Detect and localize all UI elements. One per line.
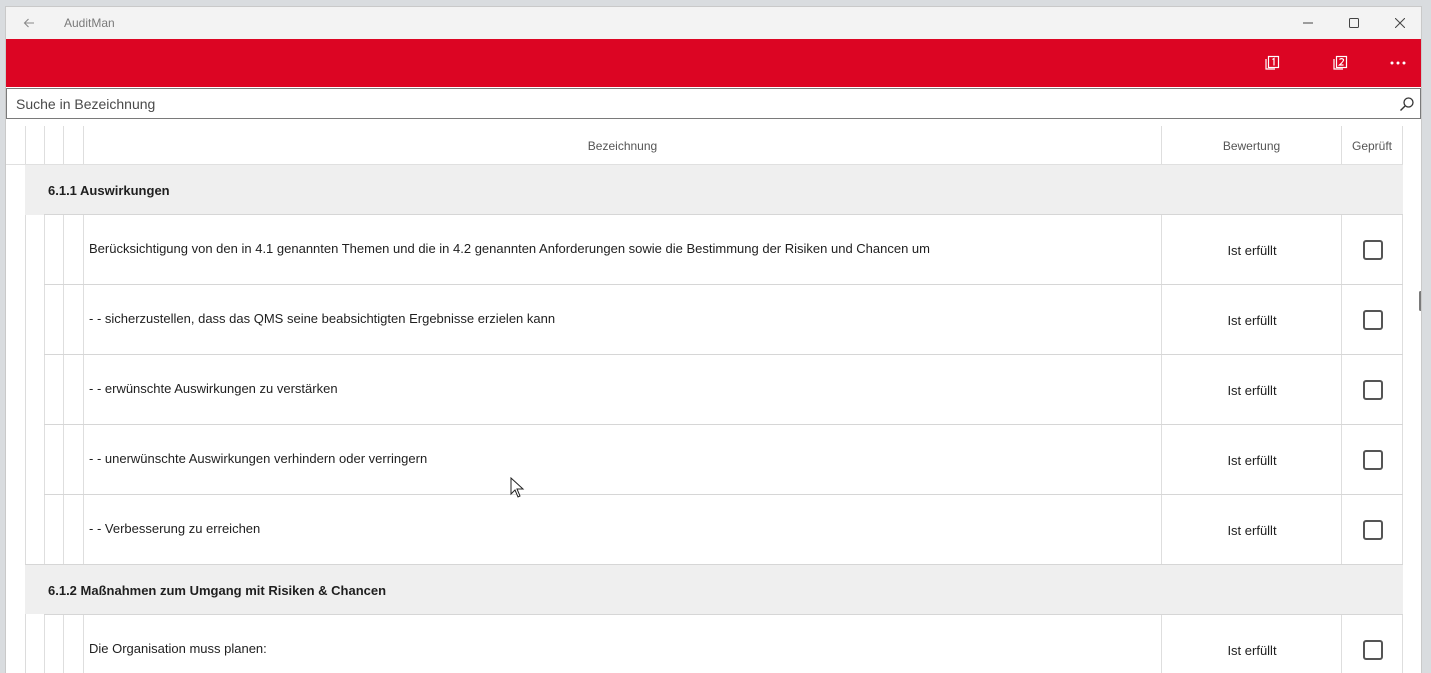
table-row[interactable]: - - Verbesserung zu erreichen Ist erfüll… bbox=[44, 494, 1403, 564]
checked-checkbox[interactable] bbox=[1363, 310, 1383, 330]
row-description: - - Verbesserung zu erreichen bbox=[89, 521, 261, 536]
page-one-icon bbox=[1265, 55, 1280, 70]
search-icon[interactable] bbox=[1399, 96, 1415, 112]
minimize-icon bbox=[1303, 22, 1313, 24]
more-icon bbox=[1390, 61, 1406, 65]
row-rating[interactable]: Ist erfüllt bbox=[1162, 355, 1342, 425]
table-row[interactable]: - - unerwünschte Auswirkungen verhindern… bbox=[44, 424, 1403, 494]
column-header-name[interactable]: Bezeichnung bbox=[84, 126, 1161, 165]
checked-checkbox[interactable] bbox=[1363, 240, 1383, 260]
table-row[interactable]: Die Organisation muss planen: Ist erfüll… bbox=[44, 614, 1403, 673]
app-title: AuditMan bbox=[64, 16, 115, 30]
page-two-icon bbox=[1333, 55, 1348, 70]
back-button[interactable] bbox=[16, 10, 42, 36]
title-bar: AuditMan bbox=[6, 7, 1421, 39]
group-title: 6.1.2 Maßnahmen zum Umgang mit Risiken &… bbox=[48, 582, 387, 598]
checked-checkbox[interactable] bbox=[1363, 380, 1383, 400]
column-header-checked[interactable]: Geprüft bbox=[1342, 126, 1402, 165]
page-one-button[interactable] bbox=[1249, 39, 1295, 87]
row-rating[interactable]: Ist erfüllt bbox=[1162, 495, 1342, 565]
close-button[interactable] bbox=[1377, 7, 1421, 39]
grid-header: Bezeichnung Bewertung Geprüft bbox=[6, 126, 1403, 165]
row-rating[interactable]: Ist erfüllt bbox=[1162, 285, 1342, 355]
group-title: 6.1.1 Auswirkungen bbox=[48, 182, 170, 198]
maximize-button[interactable] bbox=[1331, 7, 1377, 39]
row-description: - - sicherzustellen, dass das QMS seine … bbox=[89, 311, 556, 326]
group-header[interactable]: 6.1.2 Maßnahmen zum Umgang mit Risiken &… bbox=[25, 564, 1403, 614]
checklist-grid: Bezeichnung Bewertung Geprüft 6.1.1 Ausw… bbox=[6, 126, 1403, 673]
checked-checkbox[interactable] bbox=[1363, 640, 1383, 660]
row-description: - - erwünschte Auswirkungen zu verstärke… bbox=[89, 381, 338, 396]
page-two-button[interactable] bbox=[1317, 39, 1363, 87]
row-rating[interactable]: Ist erfüllt bbox=[1162, 615, 1342, 673]
mouse-cursor-icon bbox=[510, 477, 525, 498]
checked-checkbox[interactable] bbox=[1363, 520, 1383, 540]
group-header[interactable]: 6.1.1 Auswirkungen bbox=[25, 165, 1403, 215]
row-rating[interactable]: Ist erfüllt bbox=[1162, 425, 1342, 495]
arrow-left-icon bbox=[23, 18, 34, 28]
command-bar bbox=[6, 39, 1421, 87]
table-row[interactable]: - - sicherzustellen, dass das QMS seine … bbox=[44, 284, 1403, 354]
row-rating[interactable]: Ist erfüllt bbox=[1162, 215, 1342, 285]
column-header-rating[interactable]: Bewertung bbox=[1162, 126, 1341, 165]
search-box bbox=[6, 88, 1421, 119]
maximize-icon bbox=[1349, 18, 1359, 28]
minimize-button[interactable] bbox=[1285, 7, 1331, 39]
row-description: - - unerwünschte Auswirkungen verhindern… bbox=[89, 451, 428, 466]
checked-checkbox[interactable] bbox=[1363, 450, 1383, 470]
close-icon bbox=[1395, 18, 1405, 28]
app-window: AuditMan Suche in Bezeichnung Bezeichnun… bbox=[5, 6, 1422, 673]
table-row[interactable]: Berücksichtigung von den in 4.1 genannte… bbox=[44, 214, 1403, 284]
more-button[interactable] bbox=[1375, 39, 1421, 87]
vertical-scrollbar[interactable] bbox=[1419, 291, 1421, 311]
search-input[interactable] bbox=[7, 89, 1420, 118]
table-row[interactable]: - - erwünschte Auswirkungen zu verstärke… bbox=[44, 354, 1403, 424]
row-description: Die Organisation muss planen: bbox=[89, 641, 267, 656]
row-description: Berücksichtigung von den in 4.1 genannte… bbox=[89, 241, 930, 256]
